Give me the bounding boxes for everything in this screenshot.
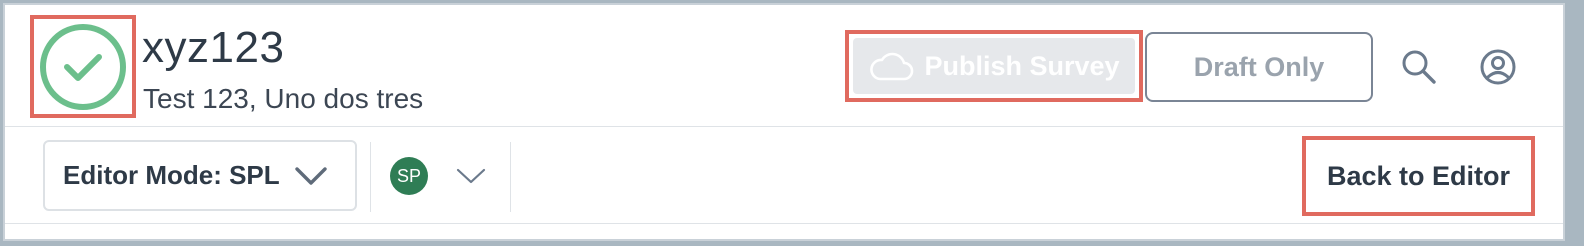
account-button[interactable] — [1476, 45, 1520, 89]
editor-mode-label: Editor Mode: SPL — [63, 160, 280, 190]
back-to-editor-label: Back to Editor — [1326, 160, 1511, 191]
back-to-editor-button[interactable]: Back to Editor — [1302, 136, 1535, 216]
status-indicator[interactable] — [30, 15, 136, 118]
header-bar: xyz123 Test 123, Uno dos tres Publish Su… — [5, 5, 1563, 127]
draft-only-label: Draft Only — [1193, 51, 1325, 82]
avatar-menu-toggle[interactable] — [455, 164, 487, 188]
toolbar-divider — [370, 142, 371, 212]
check-circle-icon — [40, 23, 126, 110]
draft-only-button[interactable]: Draft Only — [1145, 32, 1373, 102]
editor-mode-select[interactable]: Editor Mode: SPL — [43, 140, 357, 211]
search-icon — [1402, 50, 1436, 84]
avatar-initials: SP — [396, 165, 421, 186]
publish-survey-highlight: Publish Survey — [845, 30, 1143, 102]
checkmark-icon — [64, 53, 102, 81]
user-circle-icon — [1480, 49, 1516, 85]
toolbar-divider — [510, 142, 511, 212]
editor-toolbar: Editor Mode: SPL SP Back to Editor — [5, 128, 1563, 224]
chevron-down-icon — [456, 168, 486, 184]
app-window: xyz123 Test 123, Uno dos tres Publish Su… — [3, 3, 1565, 241]
page-subtitle: Test 123, Uno dos tres — [143, 83, 424, 114]
page-title: xyz123 — [142, 23, 285, 72]
search-button[interactable] — [1397, 45, 1441, 89]
publish-survey-button[interactable]: Publish Survey — [853, 38, 1135, 94]
chevron-down-icon — [294, 166, 327, 185]
publish-survey-label: Publish Survey — [924, 50, 1120, 81]
cloud-icon — [870, 52, 914, 81]
user-avatar[interactable]: SP — [390, 157, 428, 195]
